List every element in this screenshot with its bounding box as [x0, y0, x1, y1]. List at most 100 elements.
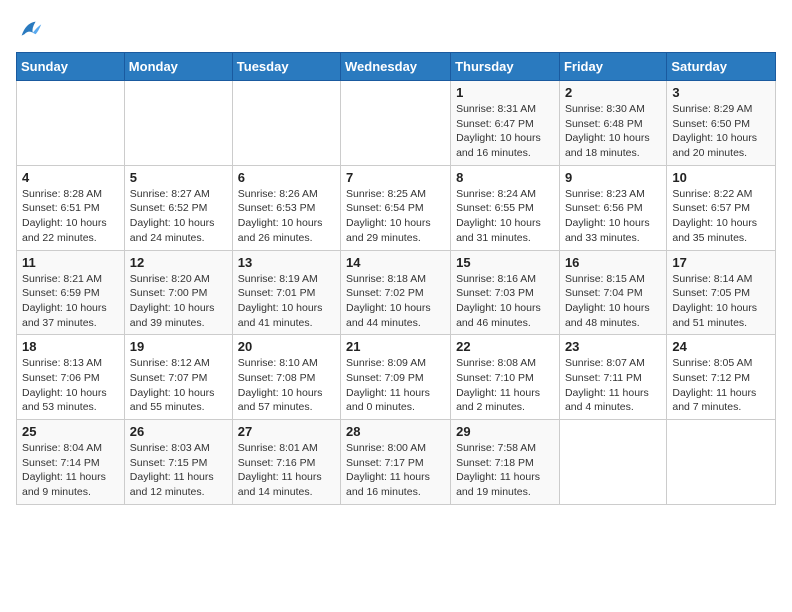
day-header-tuesday: Tuesday	[232, 53, 340, 81]
calendar-cell: 7 Sunrise: 8:25 AM Sunset: 6:54 PM Daylig…	[341, 165, 451, 250]
cell-info-text: Sunrise: 8:30 AM Sunset: 6:48 PM Dayligh…	[565, 102, 661, 161]
cell-info-text: Sunrise: 8:03 AM Sunset: 7:15 PM Dayligh…	[130, 441, 227, 500]
cell-info-text: Sunrise: 8:00 AM Sunset: 7:17 PM Dayligh…	[346, 441, 445, 500]
calendar-cell: 11 Sunrise: 8:21 AM Sunset: 6:59 PM Dayli…	[17, 250, 125, 335]
cell-info-text: Sunrise: 8:05 AM Sunset: 7:12 PM Dayligh…	[672, 356, 770, 415]
cell-date-number: 29	[456, 424, 554, 439]
calendar-cell: 4 Sunrise: 8:28 AM Sunset: 6:51 PM Daylig…	[17, 165, 125, 250]
cell-date-number: 18	[22, 339, 119, 354]
cell-date-number: 9	[565, 170, 661, 185]
calendar-cell	[559, 420, 666, 505]
cell-date-number: 11	[22, 255, 119, 270]
calendar-cell: 10 Sunrise: 8:22 AM Sunset: 6:57 PM Dayli…	[667, 165, 776, 250]
cell-info-text: Sunrise: 8:23 AM Sunset: 6:56 PM Dayligh…	[565, 187, 661, 246]
cell-info-text: Sunrise: 8:21 AM Sunset: 6:59 PM Dayligh…	[22, 272, 119, 331]
calendar-cell: 16 Sunrise: 8:15 AM Sunset: 7:04 PM Dayli…	[559, 250, 666, 335]
day-header-saturday: Saturday	[667, 53, 776, 81]
calendar-cell: 28 Sunrise: 8:00 AM Sunset: 7:17 PM Dayli…	[341, 420, 451, 505]
calendar-cell: 25 Sunrise: 8:04 AM Sunset: 7:14 PM Dayli…	[17, 420, 125, 505]
calendar-cell: 27Sunrise: 8:01 AM Sunset: 7:16 PM Dayli…	[232, 420, 340, 505]
cell-date-number: 23	[565, 339, 661, 354]
calendar-cell: 5 Sunrise: 8:27 AM Sunset: 6:52 PM Daylig…	[124, 165, 232, 250]
cell-info-text: Sunrise: 8:01 AM Sunset: 7:16 PM Dayligh…	[238, 441, 335, 500]
cell-date-number: 16	[565, 255, 661, 270]
cell-info-text: Sunrise: 8:25 AM Sunset: 6:54 PM Dayligh…	[346, 187, 445, 246]
cell-info-text: Sunrise: 8:10 AM Sunset: 7:08 PM Dayligh…	[238, 356, 335, 415]
cell-date-number: 8	[456, 170, 554, 185]
cell-date-number: 14	[346, 255, 445, 270]
calendar-cell: 9 Sunrise: 8:23 AM Sunset: 6:56 PM Daylig…	[559, 165, 666, 250]
cell-info-text: Sunrise: 8:18 AM Sunset: 7:02 PM Dayligh…	[346, 272, 445, 331]
day-header-wednesday: Wednesday	[341, 53, 451, 81]
cell-date-number: 2	[565, 85, 661, 100]
days-header-row: SundayMondayTuesdayWednesdayThursdayFrid…	[17, 53, 776, 81]
cell-info-text: Sunrise: 8:22 AM Sunset: 6:57 PM Dayligh…	[672, 187, 770, 246]
calendar-cell: 3 Sunrise: 8:29 AM Sunset: 6:50 PM Daylig…	[667, 81, 776, 166]
calendar-cell: 23 Sunrise: 8:07 AM Sunset: 7:11 PM Dayli…	[559, 335, 666, 420]
cell-info-text: Sunrise: 8:31 AM Sunset: 6:47 PM Dayligh…	[456, 102, 554, 161]
cell-date-number: 13	[238, 255, 335, 270]
cell-date-number: 1	[456, 85, 554, 100]
cell-date-number: 26	[130, 424, 227, 439]
cell-info-text: Sunrise: 8:13 AM Sunset: 7:06 PM Dayligh…	[22, 356, 119, 415]
cell-info-text: Sunrise: 8:12 AM Sunset: 7:07 PM Dayligh…	[130, 356, 227, 415]
calendar-cell: 8 Sunrise: 8:24 AM Sunset: 6:55 PM Daylig…	[451, 165, 560, 250]
cell-date-number: 10	[672, 170, 770, 185]
cell-date-number: 19	[130, 339, 227, 354]
cell-date-number: 22	[456, 339, 554, 354]
day-header-friday: Friday	[559, 53, 666, 81]
calendar-cell: 18 Sunrise: 8:13 AM Sunset: 7:06 PM Dayli…	[17, 335, 125, 420]
calendar-cell: 1 Sunrise: 8:31 AM Sunset: 6:47 PM Daylig…	[451, 81, 560, 166]
calendar-cell: 19 Sunrise: 8:12 AM Sunset: 7:07 PM Dayli…	[124, 335, 232, 420]
week-row-2: 11 Sunrise: 8:21 AM Sunset: 6:59 PM Dayli…	[17, 250, 776, 335]
calendar-body: 1 Sunrise: 8:31 AM Sunset: 6:47 PM Daylig…	[17, 81, 776, 505]
cell-info-text: Sunrise: 8:24 AM Sunset: 6:55 PM Dayligh…	[456, 187, 554, 246]
calendar-cell: 15Sunrise: 8:16 AM Sunset: 7:03 PM Dayli…	[451, 250, 560, 335]
cell-date-number: 4	[22, 170, 119, 185]
cell-info-text: Sunrise: 7:58 AM Sunset: 7:18 PM Dayligh…	[456, 441, 554, 500]
calendar-cell: 6Sunrise: 8:26 AM Sunset: 6:53 PM Daylig…	[232, 165, 340, 250]
logo-bird-icon	[16, 16, 44, 44]
cell-date-number: 5	[130, 170, 227, 185]
calendar-cell	[17, 81, 125, 166]
cell-info-text: Sunrise: 8:14 AM Sunset: 7:05 PM Dayligh…	[672, 272, 770, 331]
calendar-cell: 22 Sunrise: 8:08 AM Sunset: 7:10 PM Dayli…	[451, 335, 560, 420]
cell-info-text: Sunrise: 8:04 AM Sunset: 7:14 PM Dayligh…	[22, 441, 119, 500]
week-row-0: 1 Sunrise: 8:31 AM Sunset: 6:47 PM Daylig…	[17, 81, 776, 166]
cell-date-number: 3	[672, 85, 770, 100]
cell-info-text: Sunrise: 8:08 AM Sunset: 7:10 PM Dayligh…	[456, 356, 554, 415]
cell-info-text: Sunrise: 8:19 AM Sunset: 7:01 PM Dayligh…	[238, 272, 335, 331]
calendar-cell: 26 Sunrise: 8:03 AM Sunset: 7:15 PM Dayli…	[124, 420, 232, 505]
calendar-cell	[341, 81, 451, 166]
calendar-cell	[124, 81, 232, 166]
calendar-cell: 2 Sunrise: 8:30 AM Sunset: 6:48 PM Daylig…	[559, 81, 666, 166]
cell-info-text: Sunrise: 8:07 AM Sunset: 7:11 PM Dayligh…	[565, 356, 661, 415]
calendar-cell	[232, 81, 340, 166]
calendar-cell: 13 Sunrise: 8:19 AM Sunset: 7:01 PM Dayli…	[232, 250, 340, 335]
calendar-cell: 29 Sunrise: 7:58 AM Sunset: 7:18 PM Dayli…	[451, 420, 560, 505]
cell-date-number: 25	[22, 424, 119, 439]
cell-info-text: Sunrise: 8:29 AM Sunset: 6:50 PM Dayligh…	[672, 102, 770, 161]
week-row-3: 18 Sunrise: 8:13 AM Sunset: 7:06 PM Dayli…	[17, 335, 776, 420]
cell-date-number: 7	[346, 170, 445, 185]
calendar-cell: 21Sunrise: 8:09 AM Sunset: 7:09 PM Dayli…	[341, 335, 451, 420]
cell-info-text: Sunrise: 8:20 AM Sunset: 7:00 PM Dayligh…	[130, 272, 227, 331]
logo	[16, 16, 48, 44]
header	[16, 16, 776, 44]
cell-date-number: 21	[346, 339, 445, 354]
calendar-cell: 24Sunrise: 8:05 AM Sunset: 7:12 PM Dayli…	[667, 335, 776, 420]
cell-info-text: Sunrise: 8:16 AM Sunset: 7:03 PM Dayligh…	[456, 272, 554, 331]
week-row-1: 4 Sunrise: 8:28 AM Sunset: 6:51 PM Daylig…	[17, 165, 776, 250]
day-header-monday: Monday	[124, 53, 232, 81]
day-header-thursday: Thursday	[451, 53, 560, 81]
calendar-cell: 12 Sunrise: 8:20 AM Sunset: 7:00 PM Dayli…	[124, 250, 232, 335]
cell-info-text: Sunrise: 8:15 AM Sunset: 7:04 PM Dayligh…	[565, 272, 661, 331]
cell-date-number: 20	[238, 339, 335, 354]
cell-date-number: 12	[130, 255, 227, 270]
calendar-cell: 17Sunrise: 8:14 AM Sunset: 7:05 PM Dayli…	[667, 250, 776, 335]
calendar-table: SundayMondayTuesdayWednesdayThursdayFrid…	[16, 52, 776, 505]
cell-date-number: 28	[346, 424, 445, 439]
cell-info-text: Sunrise: 8:28 AM Sunset: 6:51 PM Dayligh…	[22, 187, 119, 246]
calendar-cell: 20 Sunrise: 8:10 AM Sunset: 7:08 PM Dayli…	[232, 335, 340, 420]
cell-info-text: Sunrise: 8:27 AM Sunset: 6:52 PM Dayligh…	[130, 187, 227, 246]
